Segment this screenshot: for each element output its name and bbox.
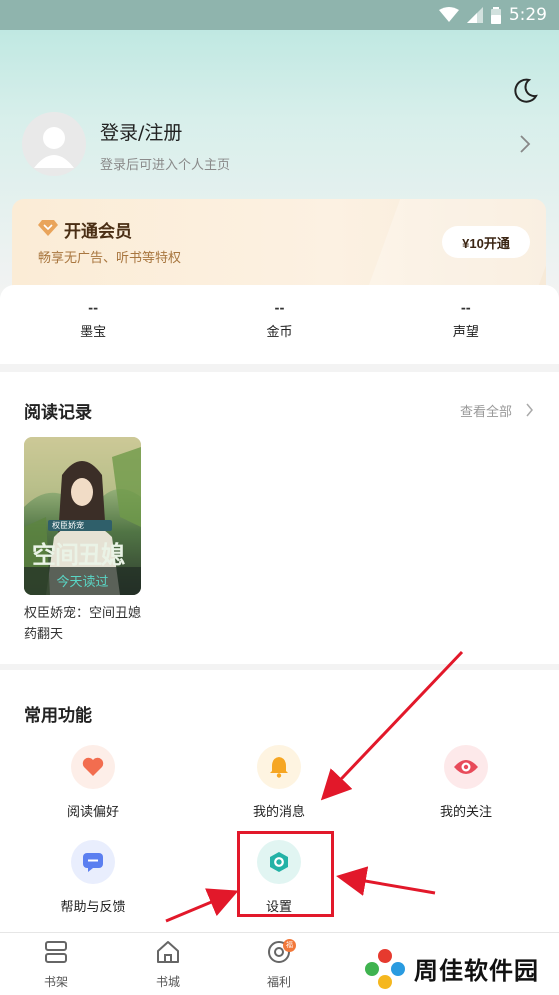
tab-label: 福利 [266,975,291,989]
stat-reputation[interactable]: -- 声望 [373,285,559,364]
vip-card[interactable]: 开通会员 畅享无广告、听书等特权 ¥10开通 [12,199,546,299]
bookshelf-icon [45,941,67,963]
profile-header[interactable]: 登录/注册 登录后可进入个人主页 [22,112,542,178]
watermark-logo [365,948,405,989]
book-cover[interactable]: 权臣娇宠 空间丑媳 今天读过 [24,437,141,595]
home-icon [157,941,179,963]
reading-preference-button[interactable]: 阅读偏好 [33,745,153,820]
book-cover-series: 权臣娇宠 [52,521,84,530]
login-title[interactable]: 登录/注册 [100,118,182,145]
vip-subtitle: 畅享无广告、听书等特权 [38,251,182,266]
function-label: 我的关注 [439,805,492,820]
battery-icon [490,6,501,24]
reading-history-section: 阅读记录 查看全部 权臣娇宠 空间丑媳 今天读过 权臣娇宠：空间丑媳药翻天 [0,372,559,664]
tab-bookshelf[interactable]: 书架 [21,939,91,990]
book-read-tag: 今天读过 [56,575,109,590]
vip-open-button[interactable]: ¥10开通 [442,226,530,258]
stats-row: -- 墨宝 -- 金币 -- 声望 [0,285,559,364]
heart-icon [71,745,115,789]
stat-mobao[interactable]: -- 墨宝 [0,285,186,364]
stat-label: 声望 [452,325,479,340]
status-bar: 5:29 [0,0,559,30]
chevron-right-icon[interactable] [525,403,534,417]
tab-label: 书架 [43,975,68,989]
user-silhouette-icon [34,127,74,168]
avatar[interactable] [22,112,86,176]
see-all-link[interactable]: 查看全部 [460,401,512,420]
login-subtitle: 登录后可进入个人主页 [100,158,231,173]
stat-label: 金币 [266,325,293,340]
help-feedback-button[interactable]: 帮助与反馈 [33,840,153,915]
tab-label: 书城 [155,975,180,989]
watermark: 周佳软件园 [362,942,559,995]
stat-value: -- [274,301,285,315]
book-title[interactable]: 权臣娇宠：空间丑媳药翻天 [24,603,144,645]
diamond-icon [38,220,58,236]
welfare-badge: 福 [283,939,296,952]
eye-icon [444,745,488,789]
my-messages-button[interactable]: 我的消息 [219,745,339,820]
common-functions-title: 常用功能 [24,706,92,726]
tab-welfare[interactable]: 福 福利 [244,939,314,990]
function-label: 帮助与反馈 [60,900,126,915]
highlight-box [237,831,334,917]
stat-label: 墨宝 [80,325,107,340]
tab-bookstore[interactable]: 书城 [133,939,203,990]
reading-history-title: 阅读记录 [24,403,92,423]
function-label: 阅读偏好 [66,805,119,820]
night-mode-icon[interactable] [510,76,540,106]
wifi-icon [438,7,459,22]
stat-value: -- [88,301,99,315]
bell-icon [257,745,301,789]
message-icon [71,840,115,884]
signal-icon [466,7,483,23]
status-time: 5:29 [508,5,547,25]
book-cover-title: 空间丑媳 [32,541,125,569]
stat-value: -- [460,301,471,315]
stat-coins[interactable]: -- 金币 [186,285,372,364]
function-label: 我的消息 [252,805,305,820]
watermark-text: 周佳软件园 [414,957,539,985]
my-follows-button[interactable]: 我的关注 [406,745,526,820]
vip-title: 开通会员 [64,222,132,242]
chevron-right-icon[interactable] [518,134,532,154]
